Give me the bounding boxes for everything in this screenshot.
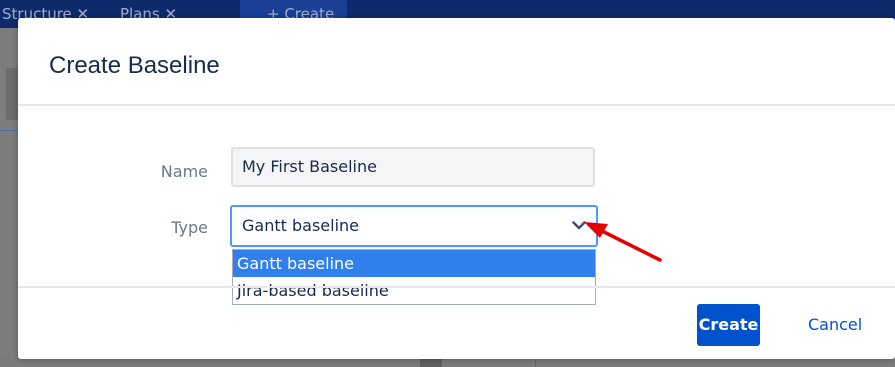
- dialog-title: Create Baseline: [49, 52, 220, 79]
- footer-divider: [18, 286, 895, 288]
- create-baseline-dialog: Create Baseline Name My First Baseline T…: [18, 18, 895, 359]
- background-column-divider: [535, 358, 536, 367]
- type-option-jira[interactable]: Jira-based baseline: [233, 277, 595, 304]
- background-divider: [0, 130, 18, 131]
- type-select-value: Gantt baseline: [242, 216, 359, 235]
- dialog-header: Create Baseline: [18, 18, 895, 106]
- type-label: Type: [171, 218, 208, 237]
- name-label: Name: [160, 162, 208, 181]
- type-dropdown-list: Gantt baseline Jira-based baseline: [232, 249, 596, 305]
- chevron-down-icon: [572, 207, 586, 230]
- type-option-gantt[interactable]: Gantt baseline: [233, 250, 595, 277]
- name-input[interactable]: My First Baseline: [231, 147, 595, 187]
- background-panel-edge: [6, 68, 18, 120]
- background-block: [420, 358, 442, 367]
- type-select[interactable]: Gantt baseline: [230, 205, 598, 247]
- cancel-button[interactable]: Cancel: [808, 304, 862, 346]
- create-button[interactable]: Create: [697, 304, 760, 346]
- background-bottom-area: [0, 358, 895, 367]
